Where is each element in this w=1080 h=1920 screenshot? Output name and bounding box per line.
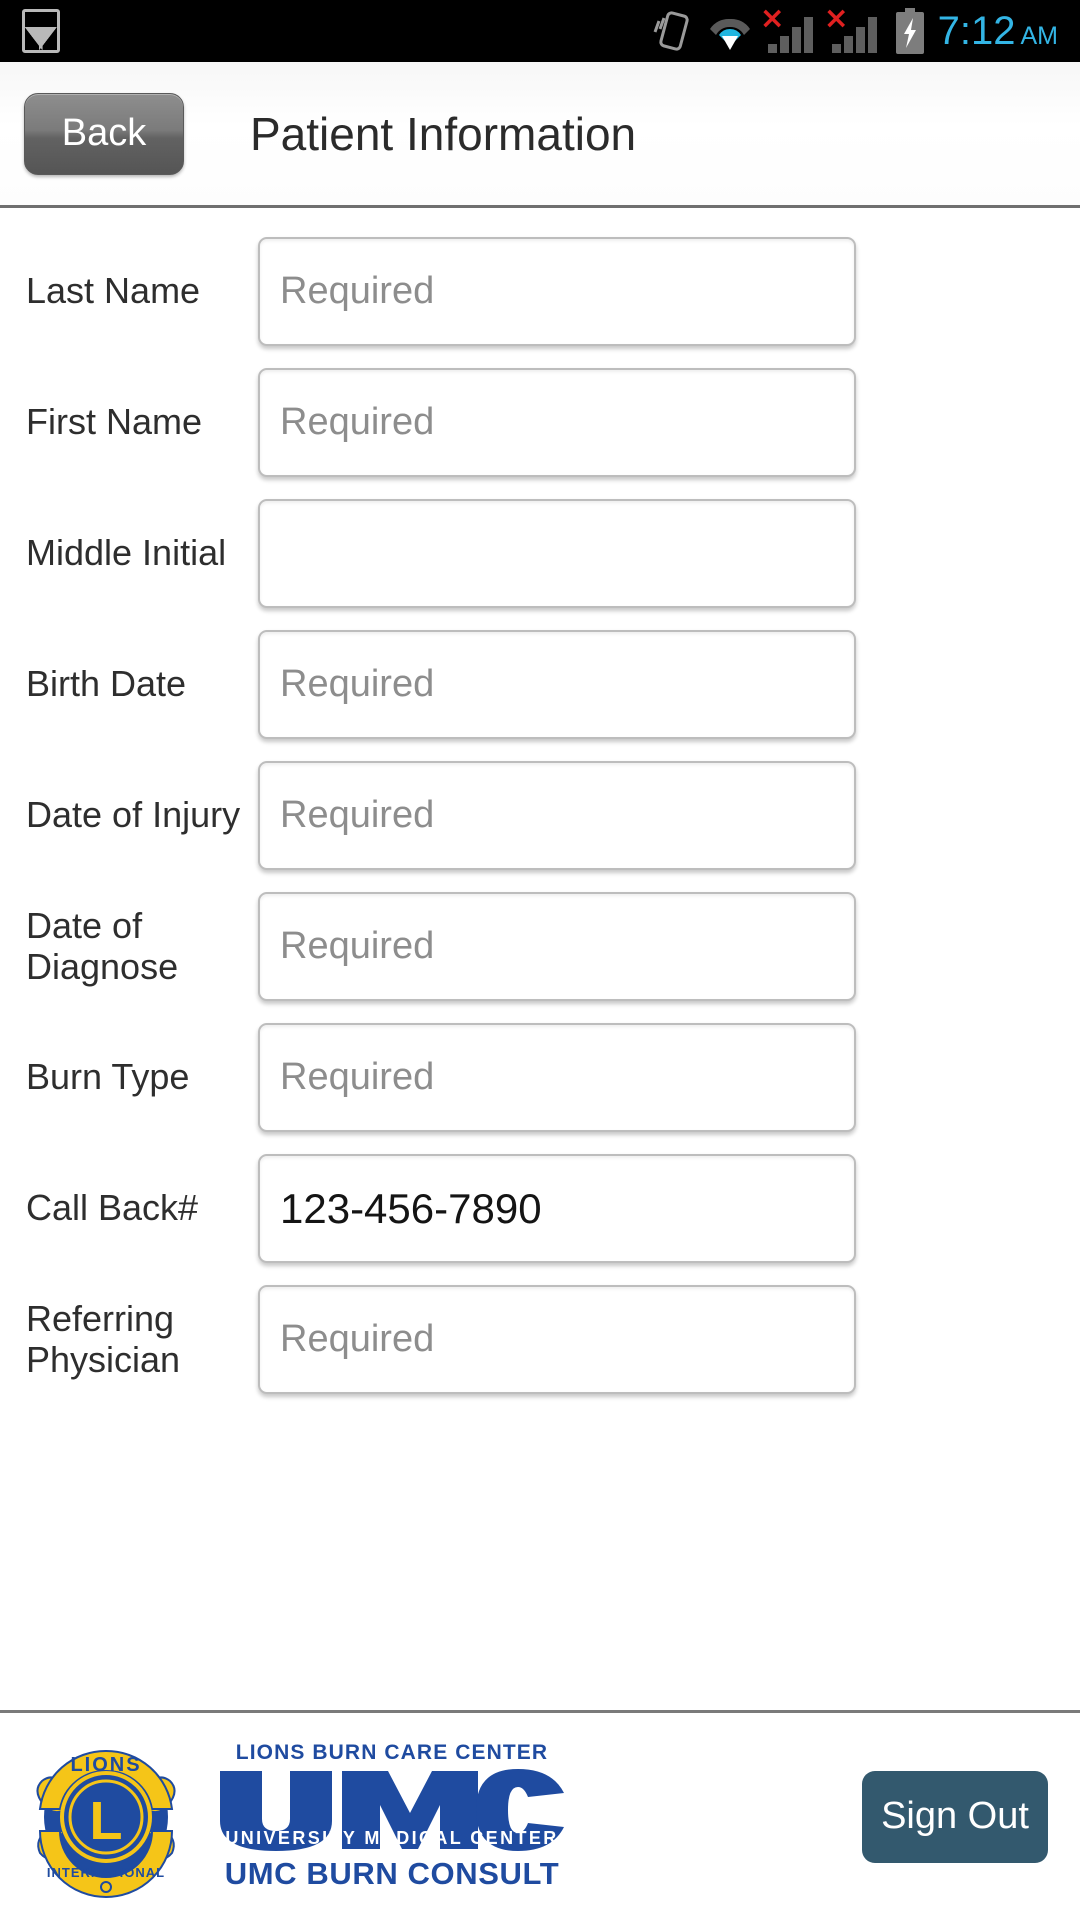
signal-no-service-icon-2: ×	[824, 4, 882, 54]
first-name-input[interactable]: Required	[258, 368, 856, 477]
form-row-first-name: First Name Required	[0, 357, 1080, 488]
form-row-middle-initial: Middle Initial	[0, 488, 1080, 619]
umc-wordmark: UNIVERSITY MEDICAL CENTER	[212, 1765, 572, 1853]
field-label-birth-date: Birth Date	[26, 663, 187, 705]
patient-information-form: Last Name Required First Name Required M…	[0, 208, 1080, 1710]
status-bar-right: × × 7:12 AM	[650, 4, 1058, 54]
svg-text:LIONS: LIONS	[70, 1754, 141, 1776]
lions-international-logo: L LIONS INTERNATIONAL	[36, 1749, 176, 1898]
wifi-icon	[709, 18, 750, 50]
field-label-call-back-number: Call Back#	[26, 1187, 199, 1229]
last-name-input[interactable]: Required	[258, 237, 856, 346]
birth-date-input[interactable]: Required	[258, 630, 856, 739]
date-of-diagnose-input[interactable]: Required	[258, 892, 856, 1001]
field-label-date-of-diagnose: Date of Diagnose	[26, 905, 179, 987]
field-label-referring-physician: Referring Physician	[26, 1298, 181, 1380]
burn-type-input[interactable]: Required	[258, 1023, 856, 1132]
app-footer: L LIONS INTERNATIONAL LIONS BURN CARE CE…	[0, 1710, 1080, 1920]
app-header: Back Patient Information	[0, 62, 1080, 208]
umc-bottom-line: UMC BURN CONSULT	[224, 1856, 560, 1891]
sign-out-button[interactable]: Sign Out	[862, 1770, 1048, 1863]
middle-initial-input[interactable]	[258, 499, 856, 608]
form-row-referring-physician: Referring Physician Required	[0, 1274, 1080, 1405]
gallery-icon	[22, 9, 60, 53]
vibrate-icon	[653, 11, 689, 51]
umc-logo-block: LIONS BURN CARE CENTER UNIVERSITY MEDICA…	[212, 1741, 572, 1892]
page-title: Patient Information	[250, 107, 637, 160]
call-back-number-input[interactable]: 123-456-7890	[258, 1154, 856, 1263]
signal-no-service-icon-1: ×	[760, 4, 818, 54]
no-service-x-mark: ×	[759, 1, 785, 36]
svg-text:INTERNATIONAL: INTERNATIONAL	[47, 1865, 165, 1880]
date-of-injury-input[interactable]: Required	[258, 761, 856, 870]
form-row-date-of-diagnose: Date of Diagnose Required	[0, 881, 1080, 1012]
field-label-first-name: First Name	[26, 401, 203, 443]
form-row-call-back-number: Call Back# 123-456-7890	[0, 1143, 1080, 1274]
battery-charging-icon	[895, 8, 924, 54]
field-label-middle-initial: Middle Initial	[26, 532, 227, 574]
back-button[interactable]: Back	[24, 92, 184, 175]
referring-physician-input[interactable]: Required	[258, 1285, 856, 1394]
form-row-last-name: Last Name Required	[0, 226, 1080, 357]
form-row-birth-date: Birth Date Required	[0, 619, 1080, 750]
field-label-date-of-injury: Date of Injury	[26, 794, 241, 836]
no-service-x-mark: ×	[823, 1, 849, 36]
status-bar-left	[22, 9, 60, 53]
field-label-burn-type: Burn Type	[26, 1056, 190, 1098]
umc-sub-line: UNIVERSITY MEDICAL CENTER	[225, 1828, 559, 1848]
svg-text:L: L	[90, 1791, 123, 1851]
clock-time: 7:12	[937, 8, 1016, 53]
umc-top-line: LIONS BURN CARE CENTER	[235, 1741, 549, 1764]
field-label-last-name: Last Name	[26, 270, 201, 312]
form-row-date-of-injury: Date of Injury Required	[0, 750, 1080, 881]
form-row-burn-type: Burn Type Required	[0, 1012, 1080, 1143]
status-bar: × × 7:12 AM	[0, 0, 1080, 62]
clock-ampm: AM	[1020, 21, 1059, 50]
status-bar-clock: 7:12 AM	[938, 9, 1058, 54]
